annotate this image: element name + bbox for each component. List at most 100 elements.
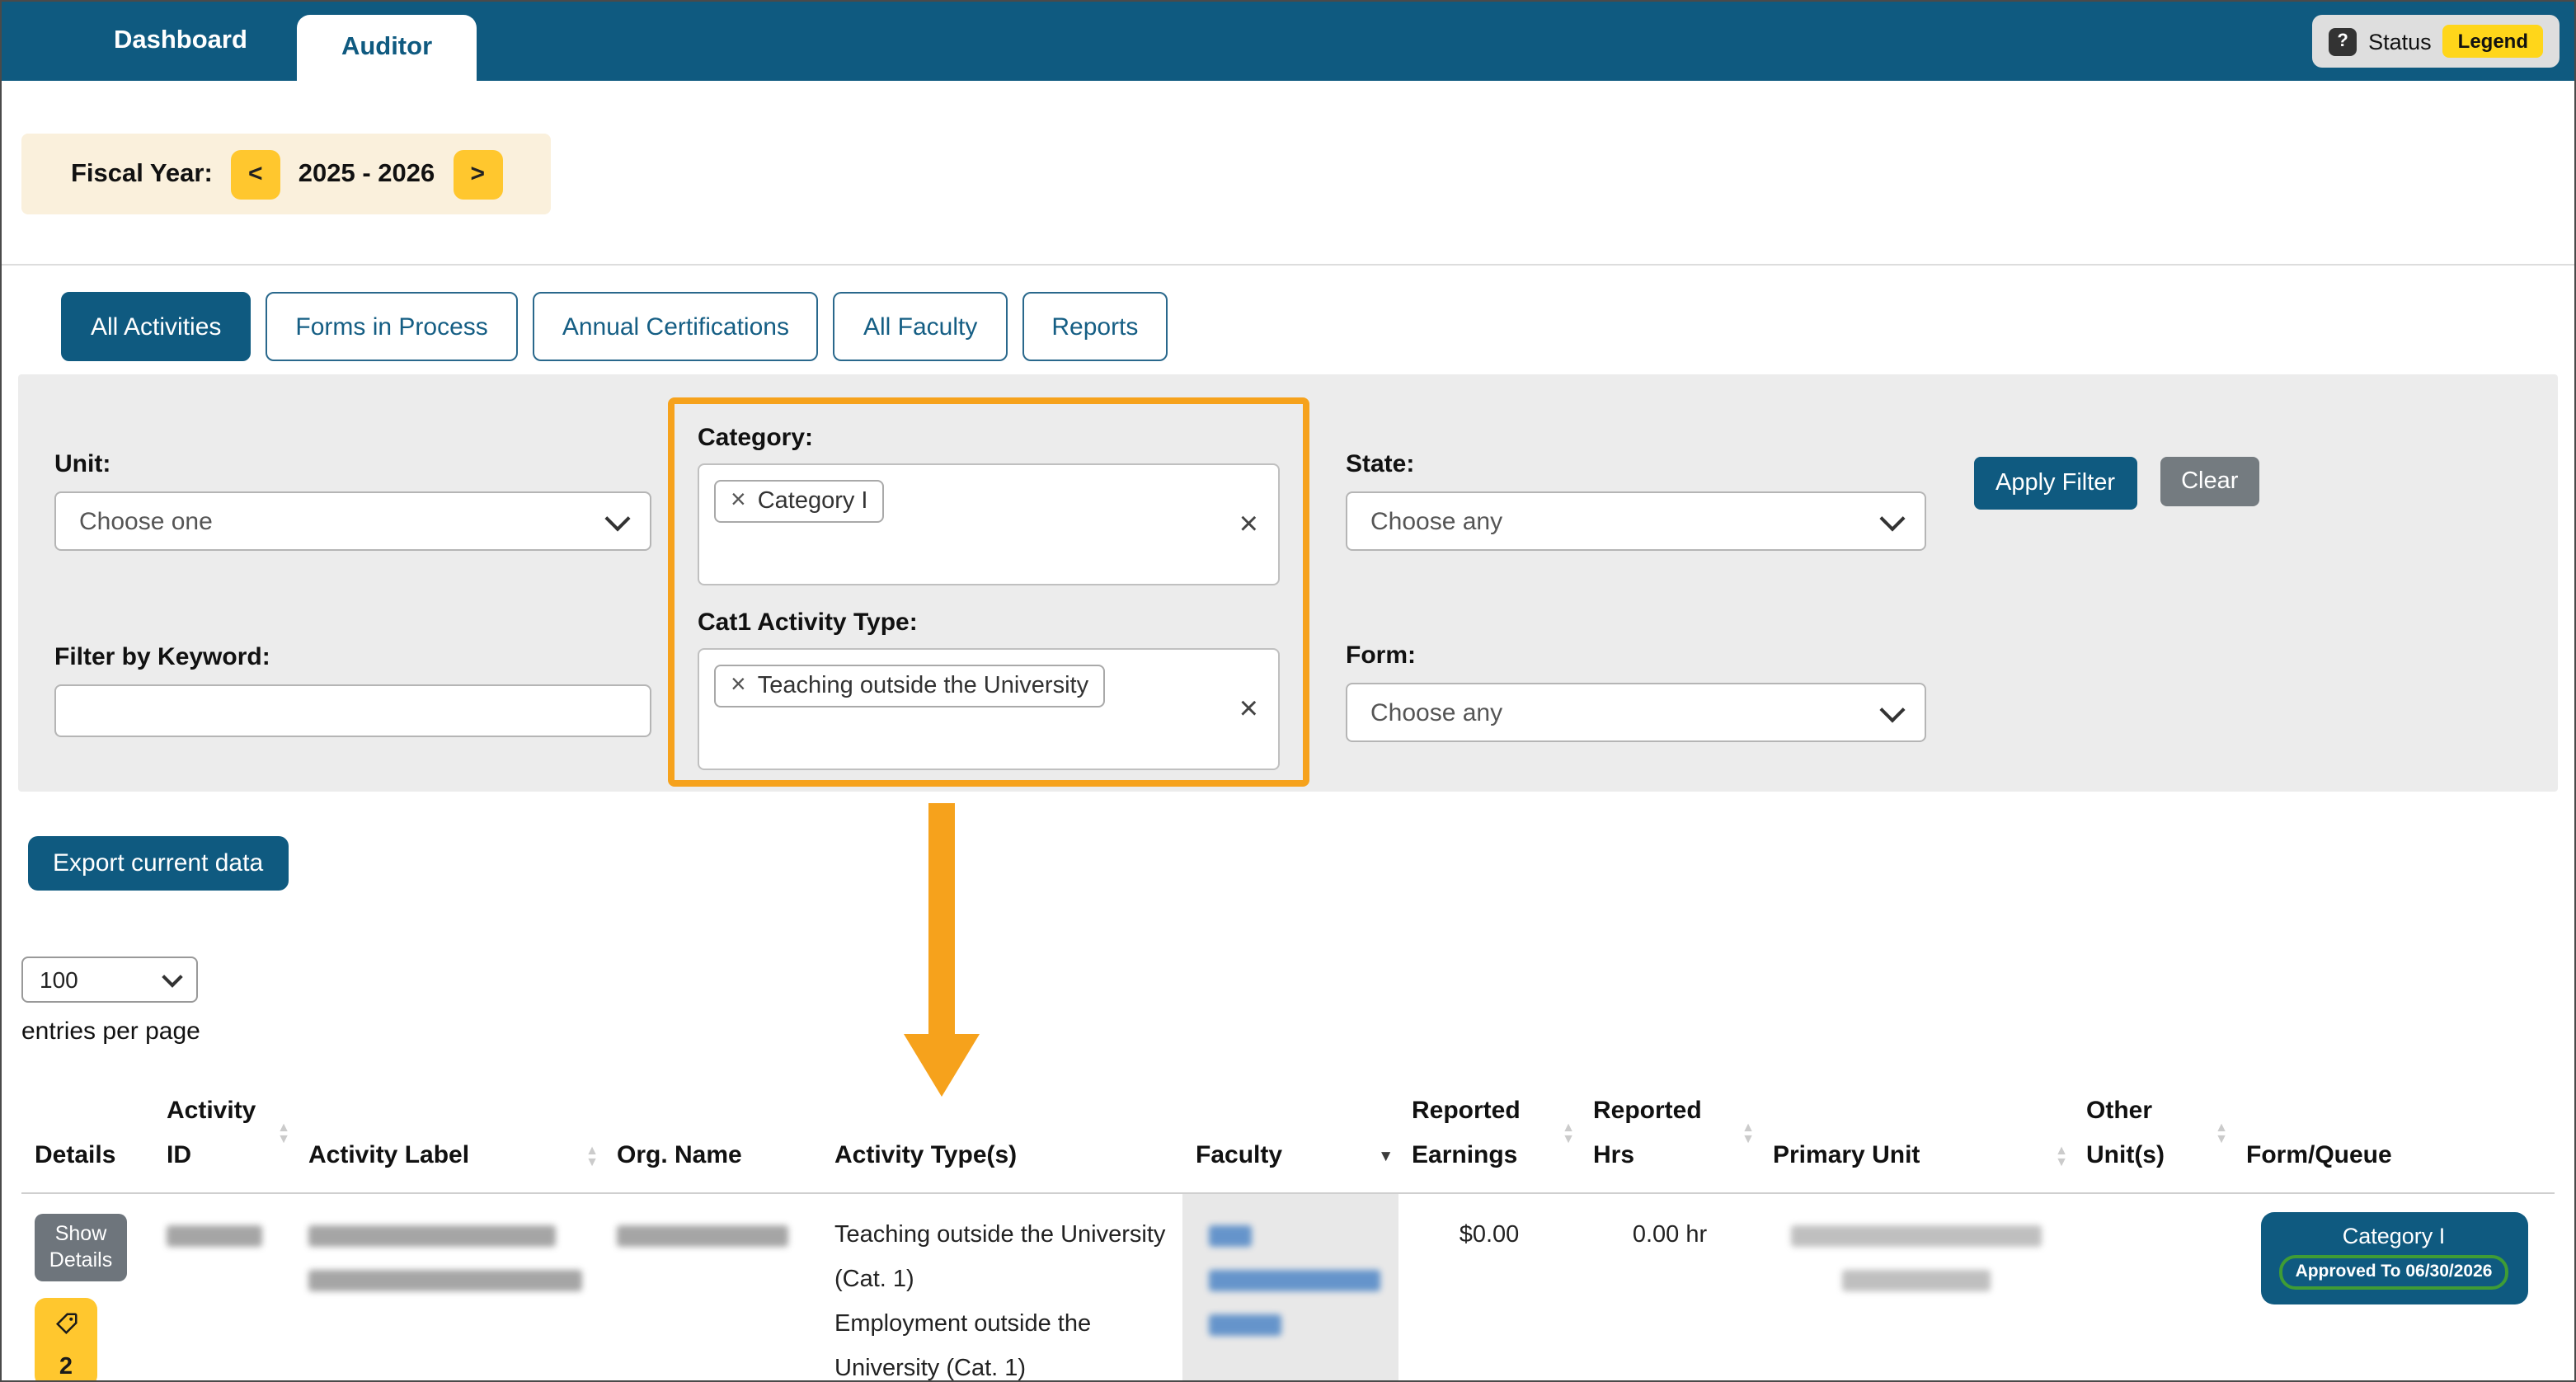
unit-select[interactable]: Choose one [54,491,651,551]
tag-icon [54,1307,78,1351]
filter-actions: Apply Filter Clear [1974,457,2259,510]
col-header-reported-earnings[interactable]: Reported Earnings [1398,1088,1580,1178]
remove-tag-icon[interactable]: × [731,488,746,515]
activity-id-cell [153,1194,295,1382]
tab-auditor[interactable]: Auditor [297,15,477,81]
clear-all-icon[interactable]: × [1239,508,1258,541]
fiscal-year-next-button[interactable]: > [453,149,502,199]
category-highlight-box: Category: × Category I × Cat1 Activity T… [668,397,1309,787]
tags-badge[interactable]: 2 [35,1299,97,1382]
other-units-cell [2073,1194,2233,1382]
activity-type-item: Teaching outside the University (Cat. 1) [834,1214,1169,1303]
tab-all-activities[interactable]: All Activities [61,292,251,361]
faculty-cell [1182,1194,1398,1382]
form-select-value: Choose any [1370,698,1502,726]
apply-filter-button[interactable]: Apply Filter [1974,457,2136,510]
form-label: Form: [1346,642,1926,670]
auditor-page: Dashboard Auditor ? Status Legend Fiscal… [0,0,2576,1382]
status-label: Status [2368,29,2432,54]
chevron-down-icon [604,505,630,530]
redacted-faculty-link[interactable] [1209,1225,1252,1247]
col-header-other-units[interactable]: Other Unit(s) [2073,1088,2233,1178]
cat1-selected-tag: × Teaching outside the University [714,665,1105,707]
sort-desc-icon[interactable] [1378,1149,1394,1166]
redacted-faculty-link[interactable] [1209,1270,1380,1291]
clear-all-icon[interactable]: × [1239,693,1258,726]
category-tag-label: Category I [758,488,868,515]
col-header-primary-unit[interactable]: Primary Unit [1760,1133,2073,1178]
tag-count: 2 [59,1355,73,1379]
table-row: Show Details 2 [21,1194,2555,1382]
unit-filter-group: Unit: Choose one [54,450,651,551]
form-queue-category: Category I [2260,1224,2527,1248]
entries-per-page-label: entries per page [21,1018,2574,1046]
col-header-details: Details [21,1133,153,1178]
col-header-activity-types[interactable]: Activity Type(s) [821,1133,1182,1178]
page-size-select[interactable]: 100 [21,957,198,1003]
fiscal-year-prev-button[interactable]: < [231,149,280,199]
col-header-activity-id[interactable]: Activity ID [153,1088,295,1178]
redacted-activity-label [308,1270,582,1291]
category-label: Category: [698,424,1280,452]
chevron-down-icon [1879,696,1905,722]
clear-filter-button[interactable]: Clear [2160,457,2259,506]
tab-reports[interactable]: Reports [1022,292,1168,361]
unit-select-value: Choose one [79,507,213,535]
redacted-org-name [617,1225,788,1247]
col-header-faculty[interactable]: Faculty [1182,1133,1398,1178]
form-filter-group: Form: Choose any [1346,642,1926,742]
sort-icon[interactable] [2055,1144,2068,1167]
redacted-faculty-link[interactable] [1209,1314,1281,1336]
export-current-data-button[interactable]: Export current data [28,836,288,891]
state-filter-group: State: Choose any [1346,450,1926,551]
sort-icon[interactable] [1742,1121,1755,1145]
status-legend-box: ? Status Legend [2312,15,2560,68]
cat1-activity-type-multiselect[interactable]: × Teaching outside the University × [698,648,1280,770]
show-details-button[interactable]: Show Details [35,1214,127,1281]
primary-unit-cell [1760,1194,2073,1382]
remove-tag-icon[interactable]: × [731,673,746,699]
keyword-label: Filter by Keyword: [54,643,651,671]
chevron-down-icon [1879,505,1905,530]
redacted-primary-unit [1791,1225,2042,1247]
keyword-input[interactable] [54,684,651,737]
activity-type-item: Employment outside the University (Cat. … [834,1303,1169,1382]
legend-button[interactable]: Legend [2443,25,2543,58]
state-select[interactable]: Choose any [1346,491,1926,551]
details-cell: Show Details 2 [21,1194,153,1382]
form-select[interactable]: Choose any [1346,683,1926,742]
redacted-activity-label [308,1225,556,1247]
reported-earnings-cell: $0.00 [1398,1194,1580,1382]
sort-icon[interactable] [1562,1121,1575,1145]
reported-hrs-cell: 0.00 hr [1580,1194,1760,1382]
state-select-value: Choose any [1370,507,1502,535]
category-selected-tag: × Category I [714,480,885,523]
activity-label-cell [295,1194,604,1382]
fiscal-year-label: Fiscal Year: [71,159,213,189]
form-queue-cell: Category I Approved To 06/30/2026 [2233,1194,2555,1382]
page-size-value: 100 [40,966,78,993]
form-queue-badge[interactable]: Category I Approved To 06/30/2026 [2260,1212,2527,1304]
category-multiselect[interactable]: × Category I × [698,463,1280,585]
col-header-reported-hrs[interactable]: Reported Hrs [1580,1088,1760,1178]
tab-annual-certifications[interactable]: Annual Certifications [533,292,819,361]
activity-types-cell: Teaching outside the University (Cat. 1)… [821,1194,1182,1382]
col-header-activity-label[interactable]: Activity Label [295,1133,604,1178]
fiscal-year-value: 2025 - 2026 [298,159,435,189]
sort-icon[interactable] [277,1121,290,1145]
tab-all-faculty[interactable]: All Faculty [834,292,1007,361]
table-header-row: Details Activity ID Activity Label Org. … [21,1069,2555,1194]
sort-icon[interactable] [585,1144,599,1167]
section-tabs: All Activities Forms in Process Annual C… [61,292,2574,361]
sort-icon[interactable] [2215,1121,2228,1145]
tab-dashboard[interactable]: Dashboard [87,2,274,81]
cat1-tag-label: Teaching outside the University [758,673,1088,699]
org-name-cell [604,1194,821,1382]
activities-table: Details Activity ID Activity Label Org. … [21,1069,2555,1382]
top-nav: Dashboard Auditor ? Status Legend [2,2,2574,81]
col-header-form-queue: Form/Queue [2233,1133,2555,1178]
col-header-org-name[interactable]: Org. Name [604,1133,821,1178]
cat1-activity-type-label: Cat1 Activity Type: [698,609,1280,637]
help-icon[interactable]: ? [2329,27,2357,55]
tab-forms-in-process[interactable]: Forms in Process [266,292,517,361]
